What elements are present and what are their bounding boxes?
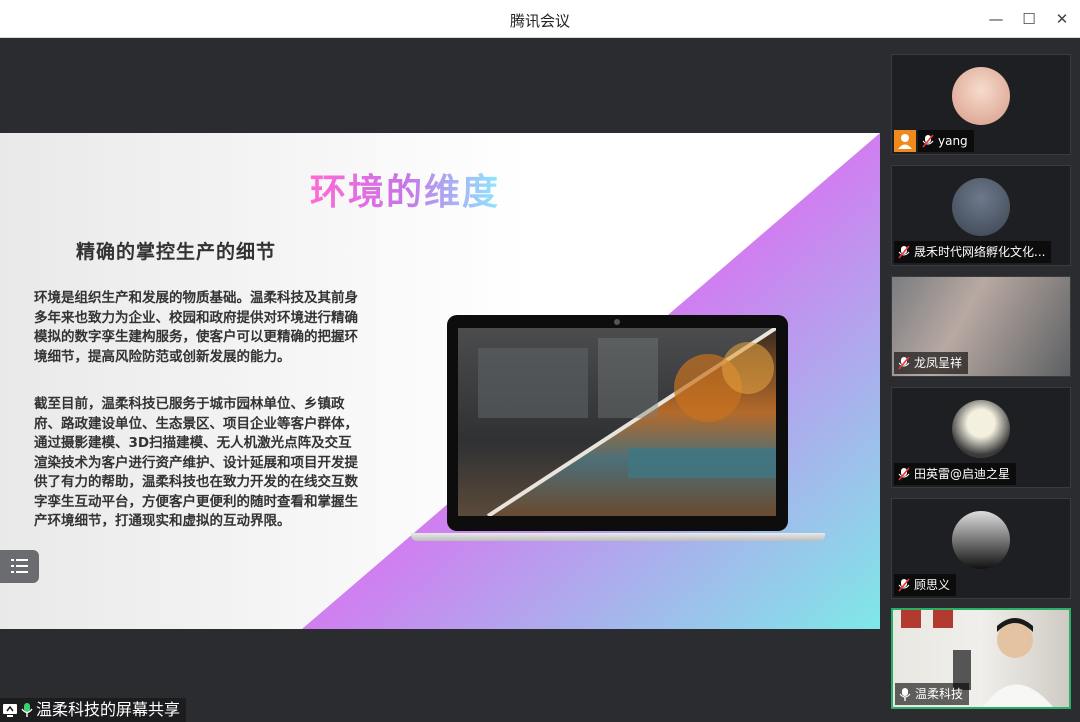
participant-tile[interactable]: 龙凤呈祥 bbox=[891, 276, 1071, 377]
window-titlebar: 腾讯会议 — ☐ ✕ bbox=[0, 0, 1080, 38]
participant-name-tag: 温柔科技 bbox=[895, 683, 970, 705]
mic-muted-icon bbox=[898, 356, 910, 370]
participant-tile[interactable]: 晟禾时代网络孵化文化... bbox=[891, 165, 1071, 266]
slide-title: 环境的维度 bbox=[310, 163, 500, 215]
mic-on-icon bbox=[21, 703, 33, 717]
close-icon[interactable]: ✕ bbox=[1051, 8, 1073, 30]
participant-name: 田英雷@启迪之星 bbox=[914, 467, 1011, 481]
participant-name-tag: 顾思义 bbox=[894, 574, 957, 596]
participant-name-tag: 晟禾时代网络孵化文化... bbox=[894, 241, 1052, 263]
avatar bbox=[952, 400, 1010, 458]
mic-muted-icon bbox=[898, 578, 910, 592]
participant-name-tag: 田英雷@启迪之星 bbox=[894, 463, 1017, 485]
laptop-base bbox=[411, 533, 825, 541]
avatar bbox=[952, 67, 1010, 125]
presentation-slide: 环境的维度 精确的掌控生产的细节 环境是组织生产和发展的物质基础。温柔科技及其前… bbox=[0, 133, 880, 629]
participant-name: yang bbox=[938, 134, 968, 148]
participant-name: 顾思义 bbox=[914, 578, 951, 592]
screen-share-icon bbox=[3, 704, 17, 717]
mic-muted-icon bbox=[922, 134, 934, 148]
slide-paragraph-2: 截至目前，温柔科技已服务于城市园林单位、乡镇政府、路政建设单位、生态景区、项目企… bbox=[34, 396, 358, 529]
mic-muted-icon bbox=[898, 467, 910, 481]
avatar bbox=[952, 511, 1010, 569]
participant-name: 龙凤呈祥 bbox=[914, 356, 963, 370]
laptop-camera bbox=[614, 319, 620, 325]
participant-list: yang 晟禾时代网络孵化文化... 龙凤呈祥 田英雷@启迪之星 顾思义 温柔科… bbox=[880, 38, 1080, 722]
screen-share-label: 温柔科技的屏幕共享 bbox=[0, 698, 187, 722]
shared-screen-stage: 环境的维度 精确的掌控生产的细节 环境是组织生产和发展的物质基础。温柔科技及其前… bbox=[0, 38, 880, 722]
participant-tile[interactable]: 田英雷@启迪之星 bbox=[891, 387, 1071, 488]
maximize-icon[interactable]: ☐ bbox=[1018, 8, 1040, 30]
participant-tile[interactable]: yang bbox=[891, 54, 1071, 155]
minimize-icon[interactable]: — bbox=[985, 8, 1007, 30]
slide-menu-button[interactable] bbox=[0, 550, 39, 583]
avatar bbox=[952, 178, 1010, 236]
mic-muted-icon bbox=[898, 245, 910, 259]
laptop-screen-render bbox=[458, 328, 776, 516]
participant-tile-active-speaker[interactable]: 温柔科技 bbox=[891, 608, 1071, 709]
slide-subtitle: 精确的掌控生产的细节 bbox=[76, 241, 277, 263]
participant-tile[interactable]: 顾思义 bbox=[891, 498, 1071, 599]
participant-name-tag: yang bbox=[918, 130, 974, 152]
window-title: 腾讯会议 bbox=[509, 12, 570, 30]
participant-name-tag: 龙凤呈祥 bbox=[894, 352, 969, 374]
slide-paragraph-1: 环境是组织生产和发展的物质基础。温柔科技及其前身多年来也致力为企业、校园和政府提… bbox=[34, 290, 358, 365]
screen-share-text: 温柔科技的屏幕共享 bbox=[36, 700, 181, 719]
mic-on-icon bbox=[899, 688, 911, 701]
list-icon bbox=[11, 559, 28, 573]
participant-name: 温柔科技 bbox=[915, 687, 964, 701]
participant-name: 晟禾时代网络孵化文化... bbox=[914, 245, 1046, 259]
host-icon bbox=[894, 130, 916, 152]
